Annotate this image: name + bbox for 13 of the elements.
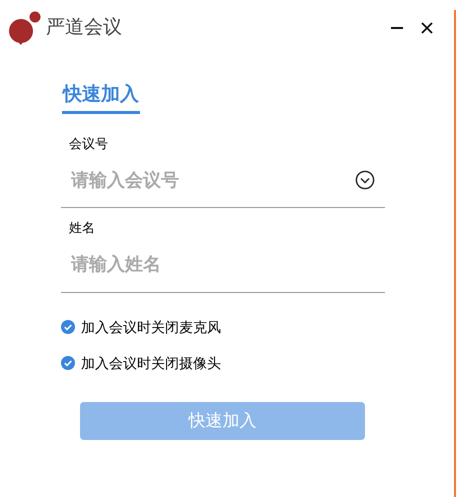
checkbox-label: 加入会议时关闭摄像头 — [81, 354, 221, 372]
window-title: 严道会议 — [46, 16, 122, 40]
field-label: 会议号 — [69, 134, 108, 152]
field-label: 姓名 — [69, 219, 95, 237]
checkbox-label: 加入会议时关闭麦克风 — [81, 318, 221, 336]
input-field[interactable]: 请输入会议号 — [71, 166, 355, 194]
logo-icon — [8, 11, 42, 45]
tab[interactable]: 快速加入 — [62, 81, 140, 114]
dropdown-icon[interactable] — [355, 170, 375, 190]
checkbox[interactable] — [61, 320, 75, 334]
close-icon[interactable] — [420, 21, 434, 35]
checkbox[interactable] — [61, 356, 75, 370]
input-field[interactable]: 请输入姓名 — [71, 251, 375, 278]
